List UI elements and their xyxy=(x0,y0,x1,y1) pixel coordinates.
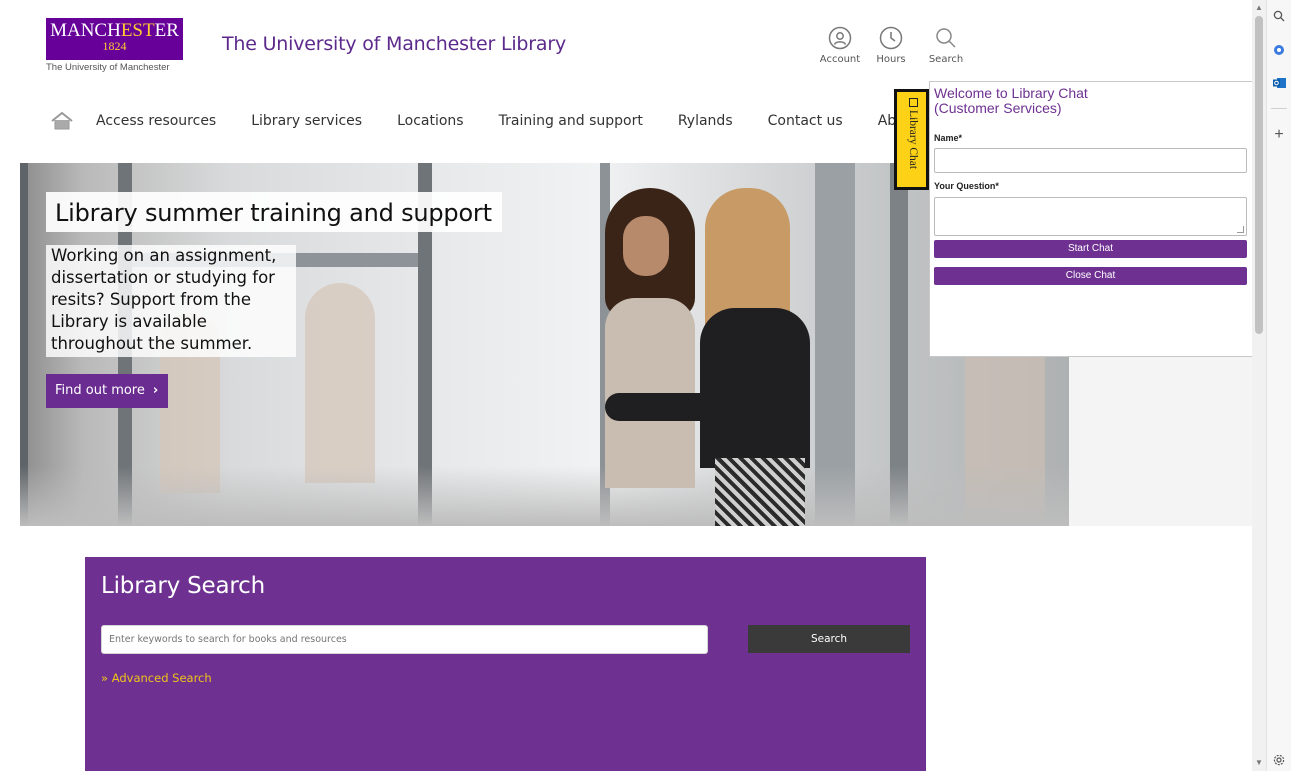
logo-year: 1824 xyxy=(102,39,127,53)
find-out-more-label: Find out more xyxy=(55,383,145,398)
start-chat-button[interactable]: Start Chat xyxy=(934,240,1247,258)
search-icon xyxy=(936,28,956,48)
find-out-more-button[interactable]: Find out more › xyxy=(46,374,169,408)
chat-icon xyxy=(908,98,918,107)
search-icon[interactable] xyxy=(1271,8,1287,24)
account-link[interactable]: Account xyxy=(815,26,865,65)
hero-text: Working on an assignment, dissertation o… xyxy=(46,245,296,357)
nav-item-training-and-support[interactable]: Training and support xyxy=(499,113,643,129)
chat-name-field[interactable] xyxy=(934,148,1247,173)
library-chat-tab[interactable]: Library Chat xyxy=(894,89,929,190)
university-logo[interactable]: MANCHESTER 1824 The University of Manche… xyxy=(46,18,184,74)
library-search-title: Library Search xyxy=(101,573,265,599)
nav-item-access-resources[interactable]: Access resources xyxy=(96,113,216,129)
main-nav: Access resources Library services Locati… xyxy=(50,108,954,134)
sidebar-divider xyxy=(1271,108,1287,109)
logo-wordmark: MANCHESTER xyxy=(50,20,179,41)
scroll-up-icon[interactable]: ▲ xyxy=(1255,3,1263,13)
advanced-search-link[interactable]: » Advanced Search xyxy=(101,671,212,685)
home-icon[interactable] xyxy=(50,111,74,131)
scroll-down-icon[interactable]: ▼ xyxy=(1255,758,1263,768)
library-chat-panel: Welcome to Library Chat (Customer Servic… xyxy=(929,81,1252,357)
chat-title: Welcome to Library Chat (Customer Servic… xyxy=(934,85,1088,116)
nav-item-locations[interactable]: Locations xyxy=(397,113,464,129)
settings-icon[interactable] xyxy=(1271,752,1287,768)
chat-question-field[interactable] xyxy=(934,197,1247,236)
hero-title: Library summer training and support xyxy=(46,192,502,232)
hours-label: Hours xyxy=(876,54,906,65)
site-title[interactable]: The University of Manchester Library xyxy=(222,33,566,55)
logo-mark: MANCHESTER 1824 xyxy=(46,18,183,60)
scrollbar-thumb[interactable] xyxy=(1255,16,1263,334)
resize-grip-icon[interactable] xyxy=(1237,226,1244,233)
library-search-button[interactable]: Search xyxy=(748,625,910,653)
chat-question-label: Your Question* xyxy=(934,181,999,191)
account-icon xyxy=(828,26,852,50)
chevron-right-icon: › xyxy=(152,383,159,398)
nav-item-rylands[interactable]: Rylands xyxy=(678,113,733,129)
browser-sidebar: + xyxy=(1266,0,1291,771)
student-figure-right xyxy=(605,188,815,526)
nav-item-library-services[interactable]: Library services xyxy=(251,113,362,129)
chat-name-label: Name* xyxy=(934,133,963,143)
library-search-panel: Library Search Search » Advanced Search xyxy=(85,557,926,771)
page-scrollbar[interactable]: ▲ ▼ xyxy=(1252,0,1266,771)
copilot-icon[interactable] xyxy=(1271,42,1287,58)
account-label: Account xyxy=(819,54,861,65)
close-chat-button[interactable]: Close Chat xyxy=(934,267,1247,285)
search-link[interactable]: Search xyxy=(921,26,971,65)
clock-icon xyxy=(879,26,903,50)
plus-icon[interactable]: + xyxy=(1271,126,1287,143)
outlook-icon[interactable] xyxy=(1271,75,1287,91)
library-search-input[interactable] xyxy=(101,625,708,654)
nav-item-contact-us[interactable]: Contact us xyxy=(768,113,843,129)
search-label: Search xyxy=(928,54,964,65)
page: MANCHESTER 1824 The University of Manche… xyxy=(0,0,1252,771)
library-chat-tab-label: Library Chat xyxy=(903,98,923,184)
logo-subtitle: The University of Manchester xyxy=(46,62,170,73)
hours-link[interactable]: Hours xyxy=(866,26,916,65)
